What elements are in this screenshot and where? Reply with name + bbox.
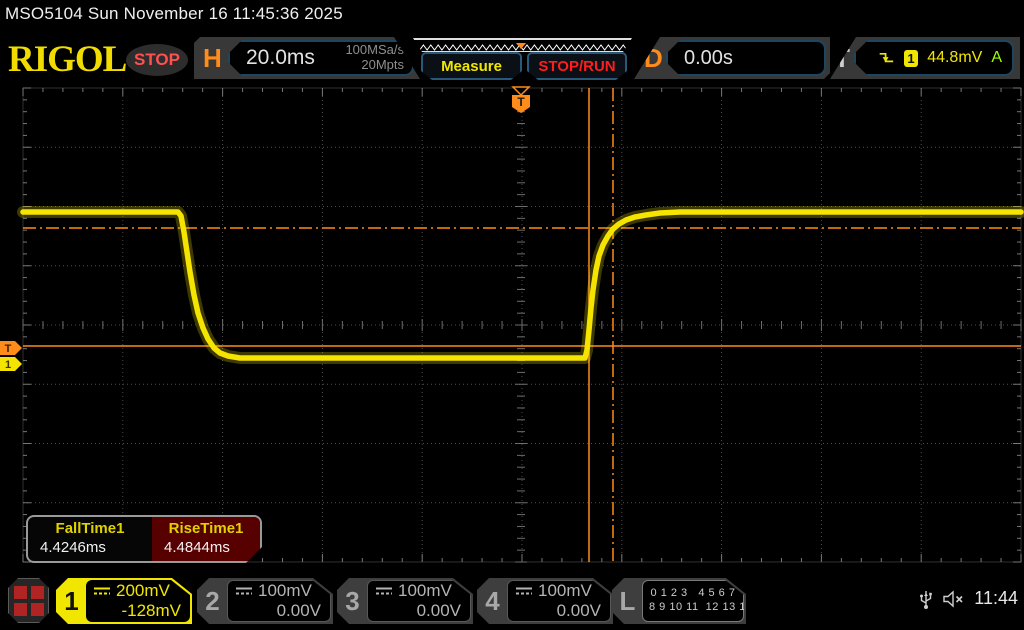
dc-coupling-icon xyxy=(375,586,393,596)
dc-coupling-icon xyxy=(93,586,111,596)
measurement-name: FallTime1 xyxy=(28,520,152,537)
channel-status-bar: 1 200mV -128mV 2 xyxy=(0,570,1024,630)
model-and-datetime: MSO5104 Sun November 16 11:45:36 2025 xyxy=(5,4,343,24)
usb-icon xyxy=(919,587,933,610)
stop-run-button[interactable]: STOP/RUN xyxy=(527,52,627,80)
channel-number: 2 xyxy=(197,578,228,624)
oscilloscope-screen: T T 1 MSO5104 Sun November 16 11:45:36 202… xyxy=(0,0,1024,630)
dc-coupling-icon xyxy=(515,586,533,596)
rigol-logo: RIGOL xyxy=(8,38,126,81)
measurement-falltime[interactable]: FallTime1 4.4246ms xyxy=(28,517,152,561)
apps-grid-icon[interactable] xyxy=(8,578,49,623)
channel-scale: 100mV xyxy=(538,581,592,601)
svg-text:1: 1 xyxy=(5,359,11,371)
channel-offset: 0.00V xyxy=(235,601,321,621)
delay-settings-group[interactable]: D 0.00s xyxy=(634,37,830,79)
delay-box[interactable]: 0.00s xyxy=(666,40,826,76)
timebase-value: 20.0ms xyxy=(246,46,315,70)
channel-2-badge[interactable]: 2 100mV 0.00V xyxy=(197,578,333,624)
logic-analyzer-label: L xyxy=(612,578,643,624)
svg-text:T: T xyxy=(517,95,525,109)
measurement-risetime[interactable]: RiseTime1 4.4844ms xyxy=(152,517,260,561)
acquisition-state-badge: STOP xyxy=(126,44,188,76)
memory-waveform-icon xyxy=(414,42,631,53)
clock: 11:44 xyxy=(974,588,1018,609)
falling-edge-icon xyxy=(878,50,895,66)
channel-scale: 200mV xyxy=(116,581,170,601)
channel-3-badge[interactable]: 3 100mV 0.00V xyxy=(337,578,473,624)
channel-number: 3 xyxy=(337,578,368,624)
svg-text:T: T xyxy=(5,343,12,355)
channel-offset: 0.00V xyxy=(375,601,461,621)
measurement-panel[interactable]: FallTime1 4.4246ms RiseTime1 4.4844ms xyxy=(26,515,262,563)
horizontal-settings-group[interactable]: H 20.0ms 100MSa/s 20Mpts xyxy=(194,37,420,79)
measure-button[interactable]: Measure xyxy=(421,52,522,80)
channel-scale: 100mV xyxy=(398,581,452,601)
memory-position-indicator[interactable] xyxy=(413,38,632,52)
channel-offset: -128mV xyxy=(93,601,181,621)
channel-offset: 0.00V xyxy=(515,601,601,621)
timebase-box[interactable]: 20.0ms 100MSa/s 20Mpts xyxy=(228,40,414,76)
trigger-box[interactable]: 1 44.8mV A xyxy=(854,40,1014,76)
channel-number: 4 xyxy=(477,578,508,624)
channel-4-badge[interactable]: 4 100mV 0.00V xyxy=(477,578,613,624)
measurement-name: RiseTime1 xyxy=(152,520,260,537)
horizontal-label: H xyxy=(203,43,222,74)
delay-value: 0.00s xyxy=(684,47,733,70)
trigger-source-badge: 1 xyxy=(904,50,918,67)
digital-channels-8-15: 8 9 10 11 12 13 14 15 xyxy=(649,601,737,615)
trigger-settings-group[interactable]: T 1 44.8mV A xyxy=(830,37,1020,79)
channel-number: 1 xyxy=(56,578,87,624)
digital-channels-0-7: 0 1 2 3 4 5 6 7 xyxy=(649,587,737,601)
dc-coupling-icon xyxy=(235,586,253,596)
channel-scale: 100mV xyxy=(258,581,312,601)
channel-1-badge[interactable]: 1 200mV -128mV xyxy=(56,578,192,624)
measurement-value: 4.4844ms xyxy=(152,539,260,556)
measurement-value: 4.4246ms xyxy=(28,539,152,556)
trigger-level: 44.8mV xyxy=(927,49,982,67)
speaker-muted-icon xyxy=(942,590,965,608)
trigger-sweep-mode: A xyxy=(991,49,1002,67)
memory-depth: 20Mpts xyxy=(361,57,404,72)
sample-rate: 100MSa/s xyxy=(345,42,404,57)
logic-analyzer-badge[interactable]: L 0 1 2 3 4 5 6 7 8 9 10 11 12 13 14 15 xyxy=(612,578,746,624)
